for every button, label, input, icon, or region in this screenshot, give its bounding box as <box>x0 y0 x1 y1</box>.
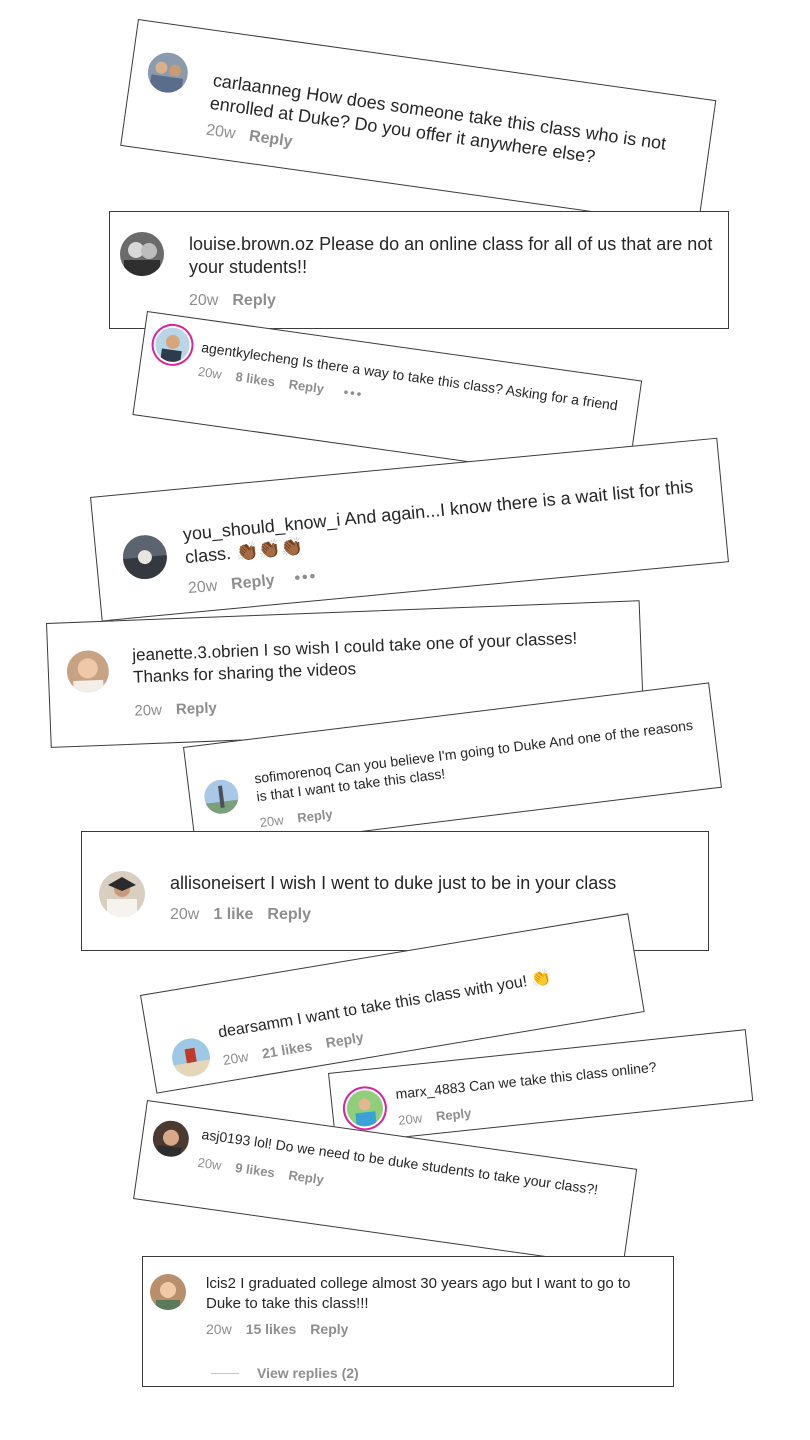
comment-card: carlaanneg How does someone take this cl… <box>120 19 717 228</box>
comment-username[interactable]: marx_4883 <box>395 1079 466 1102</box>
comment-time: 20w <box>196 1154 223 1174</box>
reply-button[interactable]: Reply <box>232 292 276 310</box>
avatar[interactable] <box>345 1088 385 1129</box>
reply-button[interactable]: Reply <box>435 1105 472 1124</box>
comment-username[interactable]: asj0193 <box>201 1126 252 1149</box>
avatar[interactable] <box>120 232 164 276</box>
comment-username[interactable]: dearsamm <box>217 1012 294 1041</box>
avatar[interactable] <box>66 649 110 694</box>
reply-button[interactable]: Reply <box>267 906 311 924</box>
likes-count[interactable]: 9 likes <box>234 1160 275 1180</box>
more-options-icon[interactable]: ••• <box>343 384 365 402</box>
comment-text: I graduated college almost 30 years ago … <box>206 1275 631 1312</box>
comment-time: 20w <box>189 291 219 309</box>
avatar[interactable] <box>145 50 191 96</box>
comment-card: louise.brown.oz Please do an online clas… <box>109 211 729 329</box>
reply-button[interactable]: Reply <box>230 572 275 594</box>
reply-button[interactable]: Reply <box>176 700 217 719</box>
avatar[interactable] <box>153 325 192 365</box>
likes-count[interactable]: 21 likes <box>261 1037 314 1061</box>
avatar[interactable] <box>169 1035 213 1080</box>
likes-count[interactable]: 15 likes <box>246 1321 297 1337</box>
likes-count[interactable]: 1 like <box>213 906 253 924</box>
comment-time: 20w <box>205 121 237 143</box>
comment-time: 20w <box>134 701 163 720</box>
avatar[interactable] <box>202 777 241 816</box>
likes-count[interactable]: 8 likes <box>235 369 276 389</box>
comment-username[interactable]: agentkylecheng <box>200 339 299 368</box>
comment-time: 20w <box>170 906 200 924</box>
view-replies-label: View replies (2) <box>257 1365 359 1381</box>
reply-button[interactable]: Reply <box>288 377 325 397</box>
comment-username[interactable]: allisoneisert <box>170 873 265 893</box>
comment-text: I wish I went to duke just to be in your… <box>270 873 617 893</box>
reply-button[interactable]: Reply <box>297 807 334 826</box>
reply-button[interactable]: Reply <box>288 1168 325 1188</box>
comment-time: 20w <box>197 363 223 383</box>
avatar[interactable] <box>150 1274 186 1310</box>
comment-card: lcis2 I graduated college almost 30 year… <box>142 1256 674 1387</box>
reply-button[interactable]: Reply <box>310 1321 348 1337</box>
comment-time: 20w <box>187 577 219 597</box>
replies-divider <box>211 1372 239 1374</box>
comment-time: 20w <box>397 1110 423 1129</box>
comment-time: 20w <box>221 1047 250 1068</box>
avatar[interactable] <box>120 533 169 582</box>
comment-card: you_should_know_i And again...I know the… <box>90 437 729 622</box>
comment-username[interactable]: jeanette.3.obrien <box>132 641 259 665</box>
comment-time: 20w <box>206 1321 232 1337</box>
avatar[interactable] <box>150 1118 192 1160</box>
comment-username[interactable]: lcis2 <box>206 1275 236 1292</box>
view-replies-button[interactable]: View replies (2) <box>211 1365 359 1381</box>
more-options-icon[interactable]: ••• <box>294 568 318 588</box>
comment-time: 20w <box>258 812 285 831</box>
reply-button[interactable]: Reply <box>248 127 294 151</box>
reply-button[interactable]: Reply <box>324 1029 364 1051</box>
comment-username[interactable]: louise.brown.oz <box>189 234 314 254</box>
avatar[interactable] <box>99 871 145 917</box>
